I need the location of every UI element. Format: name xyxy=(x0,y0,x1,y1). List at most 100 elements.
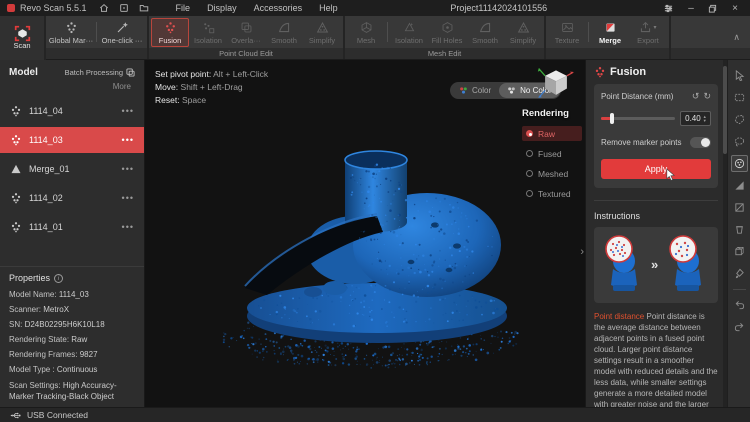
model-sidebar: Model Batch Processing More 1114_04 ••• … xyxy=(0,60,145,407)
item-menu-icon[interactable]: ••• xyxy=(122,193,134,203)
point-cloud-model[interactable] xyxy=(205,140,535,380)
model-item-label: Merge_01 xyxy=(29,164,70,174)
polygon-select-icon[interactable] xyxy=(731,111,748,128)
batch-processing-button[interactable]: Batch Processing xyxy=(65,68,135,77)
prep-tools-group: Global Mar··· One-click ··· xyxy=(46,16,149,59)
model-item-1114_02[interactable]: 1114_02 ••• xyxy=(0,185,144,211)
cursor-select-icon[interactable] xyxy=(731,67,748,84)
mesh-simplify-button[interactable]: Simplify xyxy=(504,18,542,47)
toggle-knob xyxy=(701,138,710,147)
menu-display[interactable]: Display xyxy=(207,3,237,13)
model-list: 1114_04 ••• 1114_03 ••• Merge_01 ••• 111… xyxy=(0,98,144,240)
item-menu-icon[interactable]: ••• xyxy=(122,222,134,232)
spin-down-icon[interactable]: ▼ xyxy=(703,119,707,123)
pc-isolation-button[interactable]: Isolation xyxy=(189,18,227,47)
brush-select-icon[interactable] xyxy=(731,265,748,282)
mesh-smooth-button[interactable]: Smooth xyxy=(466,18,504,47)
title-bar: Revo Scan 5.5.1 File Display Accessories… xyxy=(0,0,750,16)
item-menu-icon[interactable]: ••• xyxy=(122,164,134,174)
panel-collapse-handle[interactable]: › xyxy=(580,246,584,258)
preferences-icon[interactable] xyxy=(660,1,678,15)
open-folder-icon[interactable] xyxy=(137,2,151,14)
magic-wand-icon xyxy=(116,21,129,35)
mesh-isolation-button[interactable]: Isolation xyxy=(390,18,428,47)
marker-select-icon[interactable] xyxy=(731,155,748,172)
scan-button[interactable]: Scan xyxy=(0,16,46,60)
fusion-panel-title: Fusion xyxy=(610,66,646,78)
export-icon: ▾ xyxy=(639,21,656,35)
color-option[interactable]: Color xyxy=(451,83,499,98)
simplify-icon xyxy=(517,21,530,35)
pc-simplify-label: Simplify xyxy=(309,36,335,45)
export-button[interactable]: ▾ Export xyxy=(629,18,667,47)
model-item-label: 1114_03 xyxy=(29,135,63,145)
cube-select-icon[interactable] xyxy=(731,243,748,260)
home-icon[interactable] xyxy=(97,2,111,14)
model-item-1114_04[interactable]: 1114_04 ••• xyxy=(0,98,144,124)
prop-scan-settings: Scan Settings: High Accuracy-Marker Trac… xyxy=(9,380,135,403)
crop-select-icon[interactable] xyxy=(731,199,748,216)
mesh-simplify-label: Simplify xyxy=(510,36,536,45)
toolbar-collapse-button[interactable]: ∧ xyxy=(733,32,740,43)
redo-icon[interactable] xyxy=(731,319,748,336)
properties-title: Properties xyxy=(9,273,50,283)
pc-smooth-button[interactable]: Smooth xyxy=(265,18,303,47)
lasso-select-icon[interactable] xyxy=(731,133,748,150)
menu-file[interactable]: File xyxy=(176,3,191,13)
mesh-label: Mesh xyxy=(357,36,375,45)
instructions-title: Instructions xyxy=(594,200,718,221)
toolbar-divider xyxy=(96,22,97,42)
fusion-panel: Fusion Point Distance (mm) ↺ ↻ ▲ xyxy=(585,60,727,407)
more-button[interactable]: More xyxy=(0,80,144,95)
item-menu-icon[interactable]: ••• xyxy=(122,106,134,116)
minimize-button[interactable]: – xyxy=(682,1,700,15)
merge-button[interactable]: Merge xyxy=(591,18,629,47)
info-icon[interactable]: i xyxy=(54,274,63,283)
point-distance-spinner: ▲ ▼ xyxy=(680,111,711,126)
3d-viewport[interactable]: Set pivot point: Alt + Left-Click Move: … xyxy=(145,60,585,407)
mesh-button[interactable]: Mesh xyxy=(347,18,385,47)
merge-label: Merge xyxy=(599,36,621,45)
fill-holes-icon xyxy=(441,21,454,35)
undo-icon[interactable] xyxy=(731,297,748,314)
batch-processing-label: Batch Processing xyxy=(65,68,123,77)
remove-marker-toggle[interactable] xyxy=(690,137,711,148)
rendering-option-raw[interactable]: Raw xyxy=(522,126,582,141)
global-marker-button[interactable]: Global Mar··· xyxy=(48,18,94,47)
slider-thumb[interactable] xyxy=(610,113,614,124)
navigation-cube[interactable] xyxy=(536,63,576,105)
item-menu-icon[interactable]: ••• xyxy=(122,135,134,145)
new-project-icon[interactable] xyxy=(117,2,131,14)
close-button[interactable]: × xyxy=(726,1,744,15)
point-distance-slider[interactable] xyxy=(601,117,675,120)
model-item-1114_01[interactable]: 1114_01 ••• xyxy=(0,214,144,240)
refresh-icon[interactable]: ↻ xyxy=(703,91,711,102)
instructions-illustration: » xyxy=(594,227,718,303)
scan-icon xyxy=(14,26,31,40)
model-item-merge_01[interactable]: Merge_01 ••• xyxy=(0,156,144,182)
rectangle-select-icon[interactable] xyxy=(731,89,748,106)
texture-label: Texture xyxy=(555,36,580,45)
one-click-button[interactable]: One-click ··· xyxy=(99,18,145,47)
smooth-icon xyxy=(278,21,291,35)
global-marker-icon xyxy=(65,21,78,35)
texture-button[interactable]: Texture xyxy=(548,18,586,47)
plane-select-icon[interactable] xyxy=(731,177,748,194)
eraser-icon[interactable] xyxy=(731,221,748,238)
menu-accessories[interactable]: Accessories xyxy=(254,3,303,13)
merge-icon xyxy=(604,21,617,35)
fusion-icon xyxy=(164,21,177,35)
restore-button[interactable] xyxy=(704,1,722,15)
fill-holes-button[interactable]: Fill Holes xyxy=(428,18,466,47)
reset-default-icon[interactable]: ↺ xyxy=(692,91,700,102)
overlap-button[interactable]: Overla··· xyxy=(227,18,265,47)
menu-help[interactable]: Help xyxy=(319,3,338,13)
point-cloud-icon xyxy=(10,192,22,204)
pc-simplify-button[interactable]: Simplify xyxy=(303,18,341,47)
fusion-button[interactable]: Fusion xyxy=(151,18,189,47)
strip-divider xyxy=(733,289,746,290)
model-item-1114_03[interactable]: 1114_03 ••• xyxy=(0,127,144,153)
apply-button[interactable]: Apply xyxy=(601,159,711,179)
project-title: Project11142024101556 xyxy=(450,3,547,13)
point-distance-input[interactable] xyxy=(681,114,702,123)
